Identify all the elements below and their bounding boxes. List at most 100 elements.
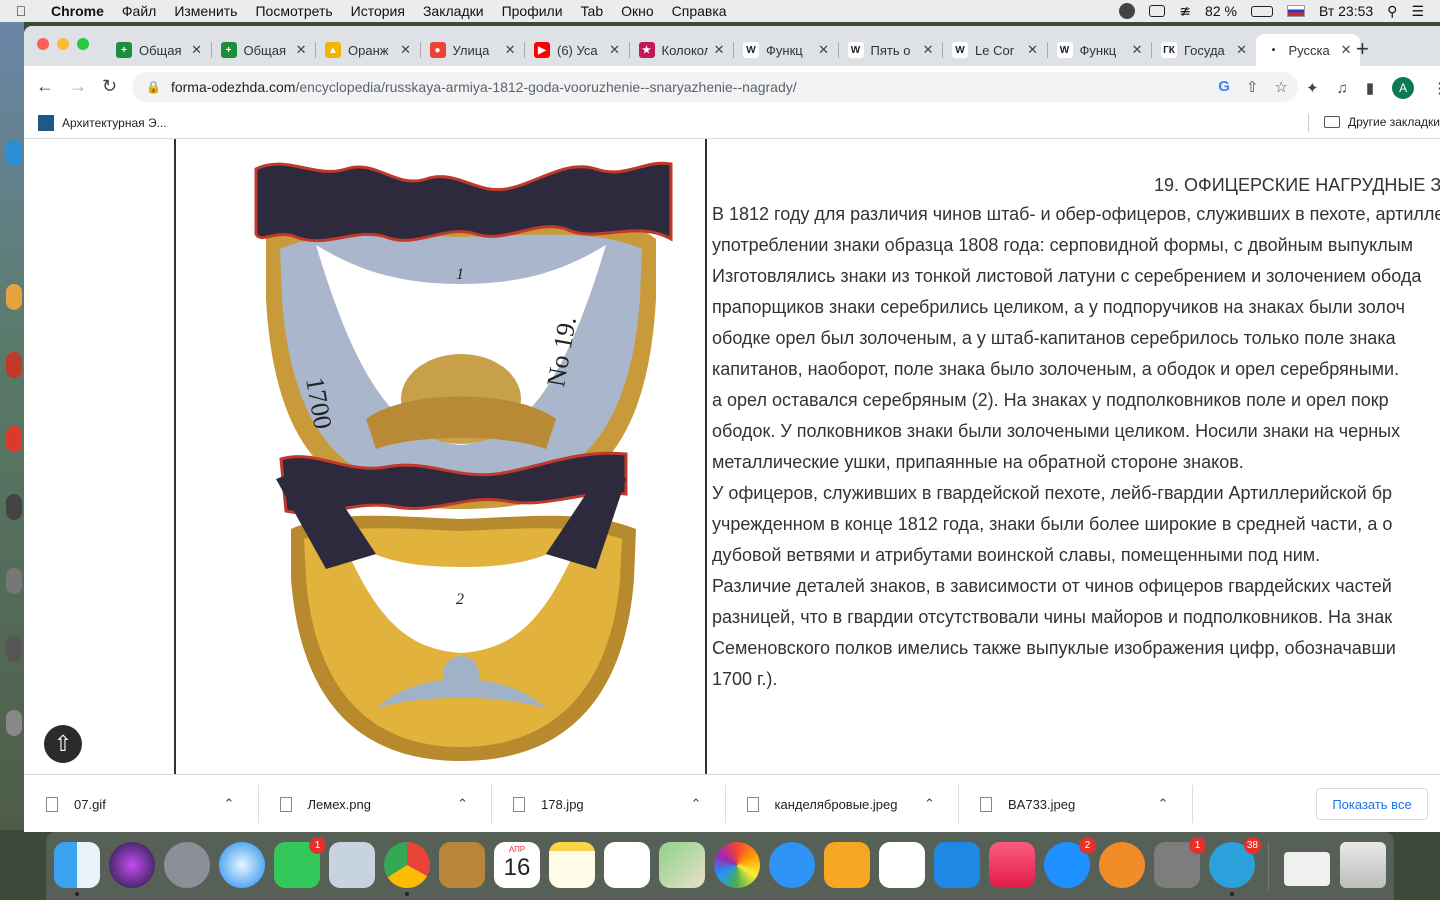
bookmark-star-icon[interactable]: ☆ bbox=[1275, 78, 1288, 96]
telegram-icon[interactable]: 38 bbox=[1209, 837, 1261, 896]
browser-tab[interactable]: • Русска ✕ bbox=[1255, 34, 1360, 66]
zoom-window-button[interactable] bbox=[77, 38, 89, 50]
browser-tab[interactable]: + Общая ✕ bbox=[106, 34, 210, 66]
menu-clock[interactable]: Вт 23:53 bbox=[1319, 3, 1373, 19]
desktop-icon[interactable] bbox=[6, 426, 22, 452]
show-all-downloads-button[interactable]: Показать все bbox=[1316, 788, 1428, 820]
download-item[interactable]: Лемех.png ⌃ bbox=[279, 775, 492, 832]
desktop-icon[interactable] bbox=[6, 284, 22, 310]
browser-tab[interactable]: W Пять о ✕ bbox=[838, 34, 942, 66]
lock-icon[interactable]: 🔒 bbox=[146, 80, 161, 94]
menu-chrome[interactable]: Chrome bbox=[42, 3, 113, 19]
bookmark-item[interactable]: Архитектурная Э... bbox=[38, 115, 167, 131]
close-tab-icon[interactable]: ✕ bbox=[1341, 42, 1352, 58]
menu-view[interactable]: Посмотреть bbox=[246, 3, 341, 19]
chevron-up-icon[interactable]: ⌃ bbox=[691, 796, 702, 812]
profile-avatar[interactable]: A bbox=[1392, 77, 1415, 99]
browser-tab[interactable]: W Функц ✕ bbox=[1047, 34, 1151, 66]
menu-bookmarks[interactable]: Закладки bbox=[414, 3, 493, 19]
download-item[interactable]: BA733.jpeg ⌃ bbox=[980, 775, 1192, 832]
status-app-icon[interactable] bbox=[1119, 3, 1136, 19]
reminders-icon[interactable] bbox=[604, 842, 650, 888]
chevron-up-icon[interactable]: ⌃ bbox=[924, 796, 935, 812]
photos-icon[interactable] bbox=[714, 842, 760, 888]
facetime-icon[interactable]: 1 bbox=[274, 837, 326, 888]
download-item[interactable]: 178.jpg ⌃ bbox=[513, 775, 725, 832]
trash-icon[interactable] bbox=[1340, 842, 1386, 888]
pages-icon[interactable] bbox=[824, 842, 870, 888]
browser-tab[interactable]: ▲ Оранж ✕ bbox=[315, 34, 419, 66]
input-source-flag-icon[interactable] bbox=[1286, 5, 1305, 17]
close-tab-icon[interactable]: ✕ bbox=[1236, 42, 1247, 58]
download-item[interactable]: канделябровые.jpeg ⌃ bbox=[746, 775, 959, 832]
close-tab-icon[interactable]: ✕ bbox=[714, 42, 725, 58]
close-tab-icon[interactable]: ✕ bbox=[609, 42, 620, 58]
browser-tab[interactable]: ★ Колокол ✕ bbox=[629, 34, 733, 66]
desktop-icon[interactable] bbox=[6, 494, 22, 520]
close-tab-icon[interactable]: ✕ bbox=[1027, 42, 1038, 58]
menu-history[interactable]: История bbox=[342, 3, 414, 19]
siri-icon[interactable] bbox=[109, 842, 155, 888]
menu-file[interactable]: Файл bbox=[113, 3, 165, 19]
browser-tab[interactable]: ▶ (6) Уса ✕ bbox=[524, 34, 628, 66]
menu-tab[interactable]: Tab bbox=[572, 3, 613, 19]
chrome-icon[interactable] bbox=[384, 842, 430, 896]
display-icon[interactable] bbox=[1149, 5, 1166, 17]
apple-menu-icon[interactable]:  bbox=[0, 3, 42, 19]
close-tab-icon[interactable]: ✕ bbox=[923, 42, 934, 58]
back-button[interactable]: ← bbox=[36, 76, 54, 97]
notes-icon[interactable] bbox=[549, 842, 595, 888]
spotlight-search-icon[interactable]: ⚲ bbox=[1387, 3, 1397, 20]
wifi-icon[interactable]: ≇ bbox=[1179, 3, 1191, 20]
image-capture-icon[interactable] bbox=[329, 842, 375, 888]
chevron-up-icon[interactable]: ⌃ bbox=[1158, 796, 1169, 812]
maps-icon[interactable] bbox=[659, 842, 705, 888]
side-panel-icon[interactable]: ▮ bbox=[1366, 79, 1374, 97]
app-store-icon[interactable]: 2 bbox=[1044, 837, 1096, 888]
calendar-icon[interactable]: АПР 16 bbox=[494, 842, 540, 888]
minimize-window-button[interactable] bbox=[57, 38, 69, 50]
browser-tab[interactable]: W Функц ✕ bbox=[733, 34, 837, 66]
media-controls-icon[interactable]: ♫ bbox=[1337, 80, 1348, 97]
other-bookmarks-folder[interactable]: Другие закладки bbox=[1324, 115, 1440, 129]
close-tab-icon[interactable]: ✕ bbox=[191, 42, 202, 58]
scroll-to-top-button[interactable]: ⇧ bbox=[44, 725, 82, 763]
chevron-up-icon[interactable]: ⌃ bbox=[457, 796, 468, 812]
forward-button[interactable]: → bbox=[69, 76, 87, 97]
share-icon[interactable]: ⇧ bbox=[1246, 78, 1259, 96]
finder-icon[interactable] bbox=[54, 842, 100, 896]
address-bar[interactable]: 🔒 forma-odezhda.com/encyclopedia/russkay… bbox=[132, 72, 1298, 102]
desktop-icon[interactable] bbox=[6, 636, 22, 662]
close-tab-icon[interactable]: ✕ bbox=[296, 42, 307, 58]
numbers-icon[interactable] bbox=[879, 842, 925, 888]
reload-button[interactable]: ↻ bbox=[102, 76, 117, 97]
books-icon[interactable] bbox=[1099, 842, 1145, 888]
close-tab-icon[interactable]: ✕ bbox=[818, 42, 829, 58]
close-tab-icon[interactable]: ✕ bbox=[400, 42, 411, 58]
close-window-button[interactable] bbox=[37, 38, 49, 50]
close-tab-icon[interactable]: ✕ bbox=[505, 42, 516, 58]
desktop-icon[interactable] bbox=[6, 140, 22, 166]
google-lens-icon[interactable]: G bbox=[1218, 78, 1230, 96]
chevron-up-icon[interactable]: ⌃ bbox=[224, 796, 235, 812]
contacts-icon[interactable] bbox=[439, 842, 485, 888]
menu-help[interactable]: Справка bbox=[663, 3, 736, 19]
control-center-icon[interactable]: ☰ bbox=[1411, 3, 1424, 20]
desktop-icon[interactable] bbox=[6, 352, 22, 378]
menu-window[interactable]: Окно bbox=[612, 3, 663, 19]
download-item[interactable]: 07.gif ⌃ bbox=[46, 775, 258, 832]
browser-tab[interactable]: W Le Cor ✕ bbox=[942, 34, 1046, 66]
downloads-stack-icon[interactable] bbox=[1284, 852, 1330, 886]
browser-tab[interactable]: + Общая ✕ bbox=[211, 34, 315, 66]
browser-tab[interactable]: ● Улица ✕ bbox=[420, 34, 524, 66]
desktop-icon[interactable] bbox=[6, 568, 22, 594]
safari-icon[interactable] bbox=[219, 842, 265, 888]
battery-icon[interactable] bbox=[1250, 5, 1273, 17]
messages-icon[interactable] bbox=[769, 842, 815, 888]
extensions-icon[interactable]: ✦ bbox=[1306, 79, 1319, 97]
desktop-icon[interactable] bbox=[6, 710, 22, 736]
menu-edit[interactable]: Изменить bbox=[165, 3, 246, 19]
system-preferences-icon[interactable]: 1 bbox=[1154, 837, 1206, 888]
menu-profiles[interactable]: Профили bbox=[493, 3, 572, 19]
close-tab-icon[interactable]: ✕ bbox=[1132, 42, 1143, 58]
